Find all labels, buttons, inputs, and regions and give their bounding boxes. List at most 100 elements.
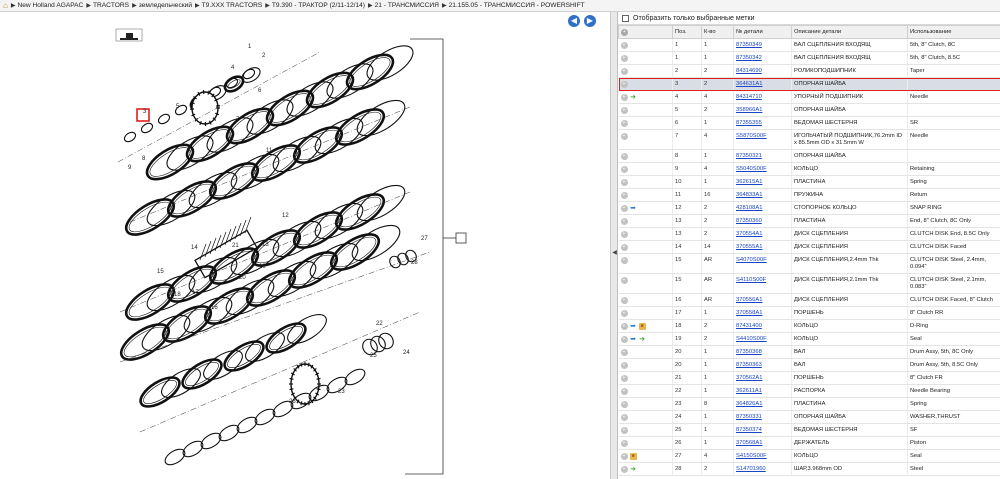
parts-row[interactable]: +13 2 87350360 ПЛАСТИНА End, 8" Clutch, 8C O… bbox=[618, 214, 1000, 228]
col-part-number[interactable]: № детали bbox=[733, 25, 792, 39]
add-to-cart-icon[interactable]: + bbox=[620, 205, 628, 212]
add-to-cart-icon[interactable]: + bbox=[620, 257, 628, 264]
breadcrumb-item[interactable]: New Holland AGAPAC bbox=[17, 2, 83, 9]
add-to-cart-icon[interactable]: + bbox=[620, 297, 628, 304]
add-to-cart-icon[interactable]: + bbox=[620, 42, 628, 49]
part-number-link[interactable]: 87350349 bbox=[736, 42, 762, 48]
add-to-cart-icon[interactable]: + bbox=[620, 192, 628, 199]
part-number-link[interactable]: 370568A1 bbox=[736, 440, 762, 446]
add-to-cart-icon[interactable]: + bbox=[620, 81, 628, 88]
part-number-link[interactable]: S4150S00F bbox=[736, 453, 767, 459]
parts-row[interactable]: +11 16 364833A1 ПРУЖИНА Return bbox=[618, 188, 1000, 202]
add-to-cart-icon[interactable]: + bbox=[620, 440, 628, 447]
parts-row[interactable]: +25 1 87350374 ВЕДОМАЯ ШЕСТЕРНЯ SF bbox=[618, 423, 1000, 437]
package-icon[interactable]: ■ bbox=[629, 453, 637, 460]
add-to-cart-icon[interactable]: + bbox=[620, 68, 628, 75]
part-number-link[interactable]: 87350363 bbox=[736, 362, 762, 368]
part-number-link[interactable]: S14701960 bbox=[736, 466, 766, 472]
col-qty[interactable]: К-во bbox=[701, 25, 734, 39]
part-number-link[interactable]: 87350331 bbox=[736, 414, 762, 420]
add-to-cart-icon[interactable]: + bbox=[620, 401, 628, 408]
breadcrumb-item[interactable]: 21.155.05 - ТРАНСМИССИЯ - POWERSHIFT bbox=[449, 2, 585, 9]
parts-row[interactable]: +13 2 370554A1 ДИСК СЦЕПЛЕНИЯ CLUTCH DISK En… bbox=[618, 227, 1000, 241]
parts-row[interactable]: +6 1 87355355 ВЕДОМАЯ ШЕСТЕРНЯ SR bbox=[618, 116, 1000, 130]
home-icon[interactable]: ⌂ bbox=[3, 1, 8, 10]
parts-row[interactable]: +2 2 84314690 РОЛИКОПОДШИПНИК Taper bbox=[618, 64, 1000, 78]
part-number-link[interactable]: 358966A1 bbox=[736, 107, 762, 113]
add-to-cart-icon[interactable]: + bbox=[620, 277, 628, 284]
part-number-link[interactable]: S4070S00F bbox=[736, 257, 767, 263]
filter-checkbox[interactable] bbox=[622, 14, 629, 22]
parts-row[interactable]: +8 1 87350321 ОПОРНАЯ ШАЙБА bbox=[618, 149, 1000, 163]
part-number-link[interactable]: 362611A1 bbox=[736, 388, 762, 394]
part-number-link[interactable]: 87355355 bbox=[736, 120, 762, 126]
add-to-cart-icon[interactable]: + bbox=[620, 453, 628, 460]
add-to-cart-icon[interactable]: + bbox=[620, 388, 628, 395]
col-pos[interactable]: Поз. bbox=[672, 25, 702, 39]
parts-row[interactable]: +15 AR S4110S00F ДИСК СЦЕПЛЕНИЯ,2.1mm Thk CL… bbox=[618, 273, 1000, 294]
part-number-link[interactable]: 364833A1 bbox=[736, 192, 762, 198]
package-icon[interactable]: ■ bbox=[638, 323, 646, 330]
arrow-right-icon[interactable]: ➜ bbox=[630, 466, 637, 473]
add-to-cart-icon[interactable]: + bbox=[620, 94, 628, 101]
part-number-link[interactable]: 364631A1 bbox=[736, 81, 762, 87]
part-number-link[interactable]: 84314710 bbox=[736, 94, 762, 100]
parts-row[interactable]: +1 1 87350342 ВАЛ СЦЕПЛЕНИЯ ВХОДЯЩ 5th, 8" C… bbox=[618, 51, 1000, 65]
add-to-cart-icon[interactable]: + bbox=[620, 427, 628, 434]
add-to-cart-icon[interactable]: + bbox=[620, 362, 628, 369]
part-number-link[interactable]: 87350374 bbox=[736, 427, 762, 433]
parts-row[interactable]: +21 1 370562A1 ПОРШЕНЬ 8" Clutch FR bbox=[618, 371, 1000, 385]
breadcrumb-item[interactable]: земледельческий bbox=[139, 2, 192, 9]
part-number-link[interactable]: S4110S00F bbox=[736, 277, 766, 283]
add-to-cart-icon[interactable]: + bbox=[620, 310, 628, 317]
arrow-right-icon[interactable]: ➜ bbox=[639, 336, 646, 343]
panel-splitter[interactable]: ◀ bbox=[611, 12, 618, 479]
parts-row[interactable]: +14 14 370555A1 ДИСК СЦЕПЛЕНИЯ CLUTCH DISK F… bbox=[618, 240, 1000, 254]
link-arrow-icon[interactable]: ➥ bbox=[630, 205, 637, 212]
add-to-cart-icon[interactable]: + bbox=[620, 244, 628, 251]
col-description[interactable]: Описание детали bbox=[791, 25, 908, 39]
part-number-link[interactable]: S5870S00F bbox=[736, 133, 767, 139]
part-number-link[interactable]: S5040S00F bbox=[736, 166, 767, 172]
breadcrumb-item[interactable]: TRACTORS bbox=[93, 2, 129, 9]
add-to-cart-icon[interactable]: + bbox=[620, 153, 628, 160]
part-number-link[interactable]: 87350368 bbox=[736, 349, 762, 355]
parts-row[interactable]: + ➥ 12 2 428108A1 СТОПОРНОЕ КОЛЬЦО SNAP RING bbox=[618, 201, 1000, 215]
add-to-cart-icon[interactable]: + bbox=[620, 231, 628, 238]
link-arrow-icon[interactable]: ➥ bbox=[630, 323, 637, 330]
add-to-cart-icon[interactable]: + bbox=[620, 349, 628, 356]
parts-row[interactable]: +20 1 87350363 ВАЛ Drum Assy, 5th, 8.5C Only bbox=[618, 358, 1000, 372]
parts-row[interactable]: +10 1 362615A1 ПЛАСТИНА Spring bbox=[618, 175, 1000, 189]
part-number-link[interactable]: S4410S00F bbox=[736, 336, 767, 342]
part-number-link[interactable]: 428108A1 bbox=[736, 205, 762, 211]
add-to-cart-icon[interactable]: + bbox=[620, 336, 628, 343]
parts-row[interactable]: +9 4 S5040S00F КОЛЬЦО Retaining bbox=[618, 162, 1000, 176]
parts-row[interactable]: + ■ 27 4 S4150S00F КОЛЬЦО Seal bbox=[618, 449, 1000, 463]
add-to-cart-icon[interactable]: + bbox=[620, 323, 628, 330]
header-icon[interactable]: + bbox=[621, 28, 628, 36]
parts-row[interactable]: +15 AR S4070S00F ДИСК СЦЕПЛЕНИЯ,2.4mm Thk CL… bbox=[618, 253, 1000, 274]
add-to-cart-icon[interactable]: + bbox=[620, 120, 628, 127]
parts-row[interactable]: + ➥ ➜ 19 2 S4410S00F КОЛЬЦО Seal bbox=[618, 332, 1000, 346]
part-number-link[interactable]: 87350321 bbox=[736, 153, 762, 159]
parts-row[interactable]: +7 4 S5870S00F ИГОЛЬЧАТЫЙ ПОДШИПНИК,76.2mm … bbox=[618, 129, 1000, 150]
add-to-cart-icon[interactable]: + bbox=[620, 414, 628, 421]
add-to-cart-icon[interactable]: + bbox=[620, 133, 628, 140]
parts-row[interactable]: +17 1 370558A1 ПОРШЕНЬ 8" Clutch RR bbox=[618, 306, 1000, 320]
parts-row[interactable]: +26 1 370568A1 ДЕРЖАТЕЛЬ Piston bbox=[618, 436, 1000, 450]
parts-row[interactable]: +5 2 358966A1 ОПОРНАЯ ШАЙБА bbox=[618, 103, 1000, 117]
parts-row[interactable]: +3 2 364631A1 ОПОРНАЯ ШАЙБА bbox=[618, 77, 1000, 91]
part-number-link[interactable]: 87431400 bbox=[736, 323, 762, 329]
part-number-link[interactable]: 364826A1 bbox=[736, 401, 762, 407]
collapse-arrow-icon[interactable]: ◀ bbox=[612, 248, 617, 258]
part-number-link[interactable]: 84314690 bbox=[736, 68, 762, 74]
parts-row[interactable]: +20 1 87350368 ВАЛ Drum Assy, 5th, 8C Only bbox=[618, 345, 1000, 359]
parts-row[interactable]: + ➜ 4 4 84314710 УПОРНЫЙ ПОДШИПНИК Needle bbox=[618, 90, 1000, 104]
parts-row[interactable]: + ➥ ■ 18 2 87431400 КОЛЬЦО D-Ring bbox=[618, 319, 1000, 333]
part-number-link[interactable]: 370558A1 bbox=[736, 310, 762, 316]
exploded-parts-diagram[interactable]: 1234567891011121314151617181920212223242… bbox=[0, 12, 611, 479]
parts-row[interactable]: + ➜ 28 2 S14701960 ШАР,3.968mm OD Steel bbox=[618, 462, 1000, 476]
link-arrow-icon[interactable]: ➥ bbox=[630, 336, 637, 343]
parts-row[interactable]: +16 AR 370556A1 ДИСК СЦЕПЛЕНИЯ CLUTCH DISK F… bbox=[618, 293, 1000, 307]
breadcrumb-item[interactable]: T9.XXX TRACTORS bbox=[202, 2, 263, 9]
